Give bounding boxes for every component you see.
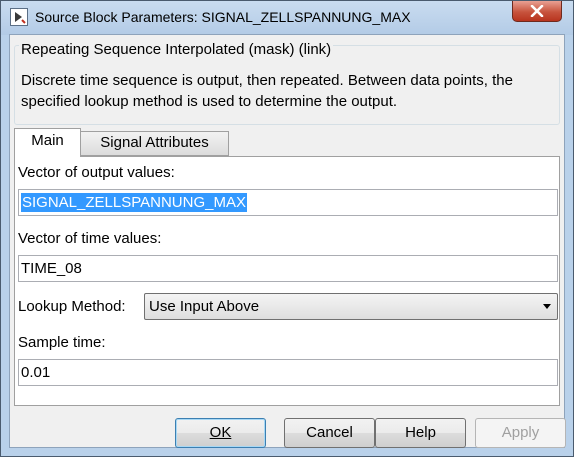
chevron-down-icon [543, 304, 551, 309]
cancel-button-label: Cancel [306, 424, 353, 441]
ok-button[interactable]: OK [175, 418, 266, 448]
cancel-button[interactable]: Cancel [284, 418, 375, 448]
ok-button-label: OK [209, 424, 232, 441]
window-title: Source Block Parameters: SIGNAL_ZELLSPAN… [35, 9, 411, 25]
close-icon [530, 5, 544, 17]
help-button-label: Help [405, 424, 436, 441]
title-bar[interactable]: Source Block Parameters: SIGNAL_ZELLSPAN… [1, 1, 573, 35]
apply-button[interactable]: Apply [475, 418, 566, 448]
tab-main[interactable]: Main [14, 128, 81, 157]
lookup-method-label: Lookup Method: [18, 298, 126, 315]
sample-time-field[interactable]: 0.01 [18, 359, 558, 386]
apply-button-label: Apply [501, 424, 540, 441]
time-values-field[interactable]: TIME_08 [18, 255, 558, 282]
sample-time-label: Sample time: [18, 334, 106, 351]
simulink-block-icon [10, 8, 28, 26]
output-values-field[interactable]: SIGNAL_ZELLSPANNUNG_MAX [18, 189, 558, 216]
output-values-selected-text: SIGNAL_ZELLSPANNUNG_MAX [21, 193, 247, 212]
time-values-label: Vector of time values: [18, 230, 162, 247]
help-button[interactable]: Help [375, 418, 466, 448]
lookup-method-value: Use Input Above [149, 298, 260, 315]
tab-signal-attributes[interactable]: Signal Attributes [80, 131, 229, 156]
dialog-content: Repeating Sequence Interpolated (mask) (… [9, 34, 566, 448]
mask-description: Discrete time sequence is output, then r… [21, 72, 513, 110]
mask-title: Repeating Sequence Interpolated (mask) (… [19, 41, 334, 58]
output-values-label: Vector of output values: [18, 164, 175, 181]
close-button[interactable] [512, 1, 562, 22]
lookup-method-select[interactable]: Use Input Above [144, 293, 558, 320]
dialog-window: Source Block Parameters: SIGNAL_ZELLSPAN… [0, 0, 574, 457]
